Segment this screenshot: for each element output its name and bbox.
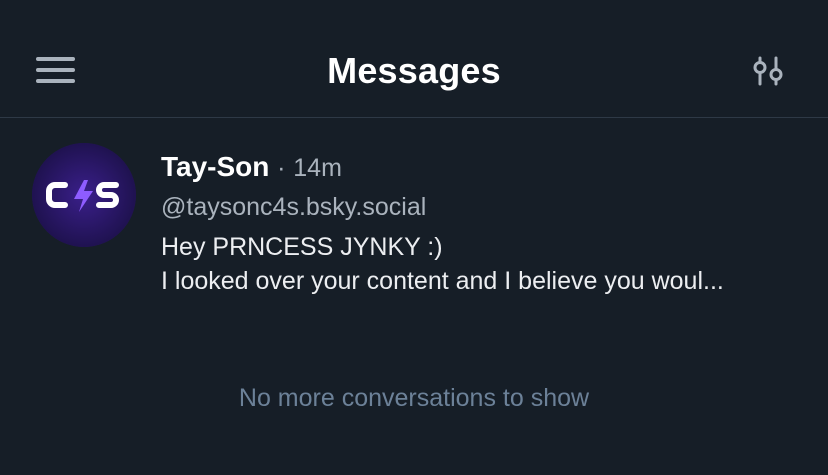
- sliders-icon: [753, 56, 783, 86]
- message-preview-line-1: Hey PRNCESS JYNKY :): [161, 233, 443, 261]
- avatar[interactable]: [32, 143, 136, 247]
- separator-dot: ·: [277, 154, 286, 182]
- header: Messages: [0, 0, 828, 118]
- sender-name: Tay-Son: [161, 151, 270, 182]
- page-title: Messages: [327, 50, 501, 91]
- c4s-logo: [32, 143, 136, 247]
- conversation-item[interactable]: Tay-Son · 14m @taysonc4s.bsky.social Hey…: [0, 119, 828, 309]
- conversation-header: Tay-Son · 14m: [161, 151, 342, 183]
- message-preview-line-2: I looked over your content and I believe…: [161, 267, 724, 295]
- filter-settings-button[interactable]: [750, 54, 788, 92]
- timestamp: 14m: [293, 154, 342, 182]
- messages-screen: Messages Tay-Son · 14m @taysonc4s.bsky.s…: [0, 0, 828, 475]
- sender-handle: @taysonc4s.bsky.social: [161, 193, 427, 221]
- end-of-list-message: No more conversations to show: [238, 384, 590, 412]
